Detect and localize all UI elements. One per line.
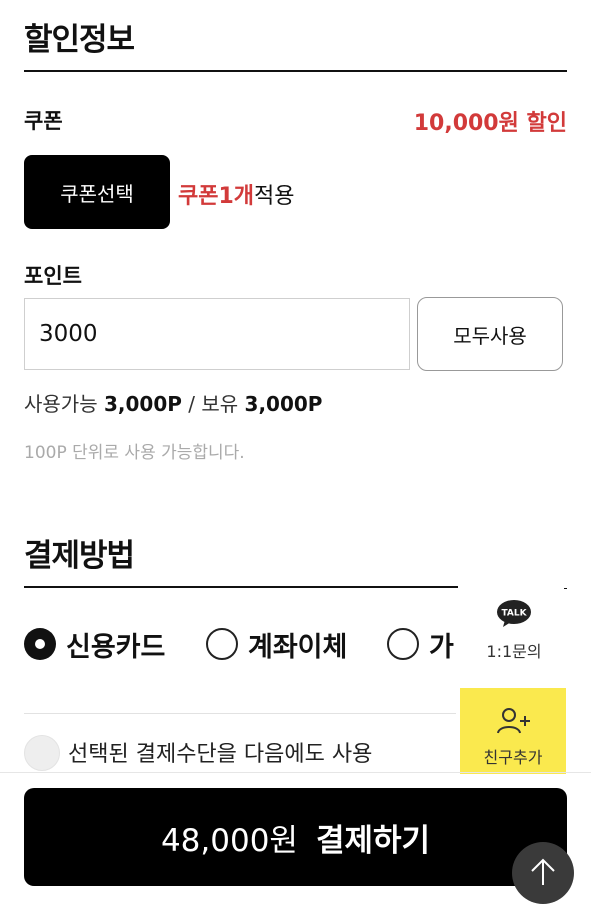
coupon-discount-amount: 10,000원 할인	[413, 111, 567, 136]
radio-checked-icon	[24, 628, 56, 660]
payment-method-bank-transfer[interactable]: 계좌이체	[206, 622, 347, 666]
talk-bubble-icon: TALK	[497, 600, 531, 627]
discount-title-rule	[24, 70, 567, 72]
pay-label: 결제하기	[315, 822, 431, 859]
available-separator: /	[188, 392, 195, 416]
coupon-applied-suffix: 적용	[254, 184, 295, 209]
point-input[interactable]	[24, 298, 410, 370]
arrow-up-icon	[531, 858, 555, 885]
talk-inquiry-label: 1:1문의	[486, 642, 542, 661]
payment-method-card[interactable]: 신용카드	[24, 622, 165, 666]
owned-value: 3,000P	[244, 392, 323, 416]
scroll-to-top-button[interactable]	[512, 842, 574, 904]
remember-method-radio[interactable]	[24, 735, 60, 771]
pay-button[interactable]: 48,000원 결제하기	[24, 788, 567, 886]
pay-amount: 48,000원	[160, 822, 298, 859]
point-availability: 사용가능 3,000P / 보유 3,000P	[24, 388, 322, 417]
available-label: 사용가능	[24, 392, 98, 416]
use-all-points-button[interactable]: 모두사용	[417, 297, 563, 371]
coupon-applied-count: 쿠폰1개	[178, 184, 255, 209]
payment-title-rule	[24, 586, 458, 588]
owned-label: 보유	[201, 392, 239, 416]
point-label: 포인트	[24, 264, 82, 288]
coupon-applied-text: 쿠폰1개적용	[178, 178, 295, 210]
person-add-icon	[497, 708, 530, 734]
coupon-select-button[interactable]: 쿠폰선택	[24, 155, 170, 229]
bottom-bar-border	[0, 772, 591, 773]
payment-title-rule-end	[564, 588, 567, 589]
svg-text:TALK: TALK	[501, 609, 527, 619]
available-value: 3,000P	[103, 392, 182, 416]
payment-method-label: 계좌이체	[248, 631, 348, 663]
payment-method-label: 신용카드	[66, 631, 166, 663]
remember-method-label: 선택된 결제수단을 다음에도 사용	[68, 742, 373, 767]
discount-section-title: 할인정보	[24, 22, 135, 58]
radio-unchecked-icon	[387, 628, 419, 660]
point-unit-note: 100P 단위로 사용 가능합니다.	[24, 443, 245, 463]
radio-unchecked-icon	[206, 628, 238, 660]
friend-add-label: 친구추가	[483, 748, 543, 767]
kakao-talk-inquiry-button[interactable]: TALK 1:1문의	[470, 596, 558, 666]
coupon-label: 쿠폰	[24, 109, 63, 133]
kakao-friend-add-button[interactable]: 친구추가	[460, 688, 566, 774]
payment-method-label: 가	[429, 631, 454, 663]
payment-divider	[24, 713, 456, 714]
payment-section-title: 결제방법	[24, 538, 135, 574]
payment-method-third[interactable]: 가	[387, 622, 460, 666]
